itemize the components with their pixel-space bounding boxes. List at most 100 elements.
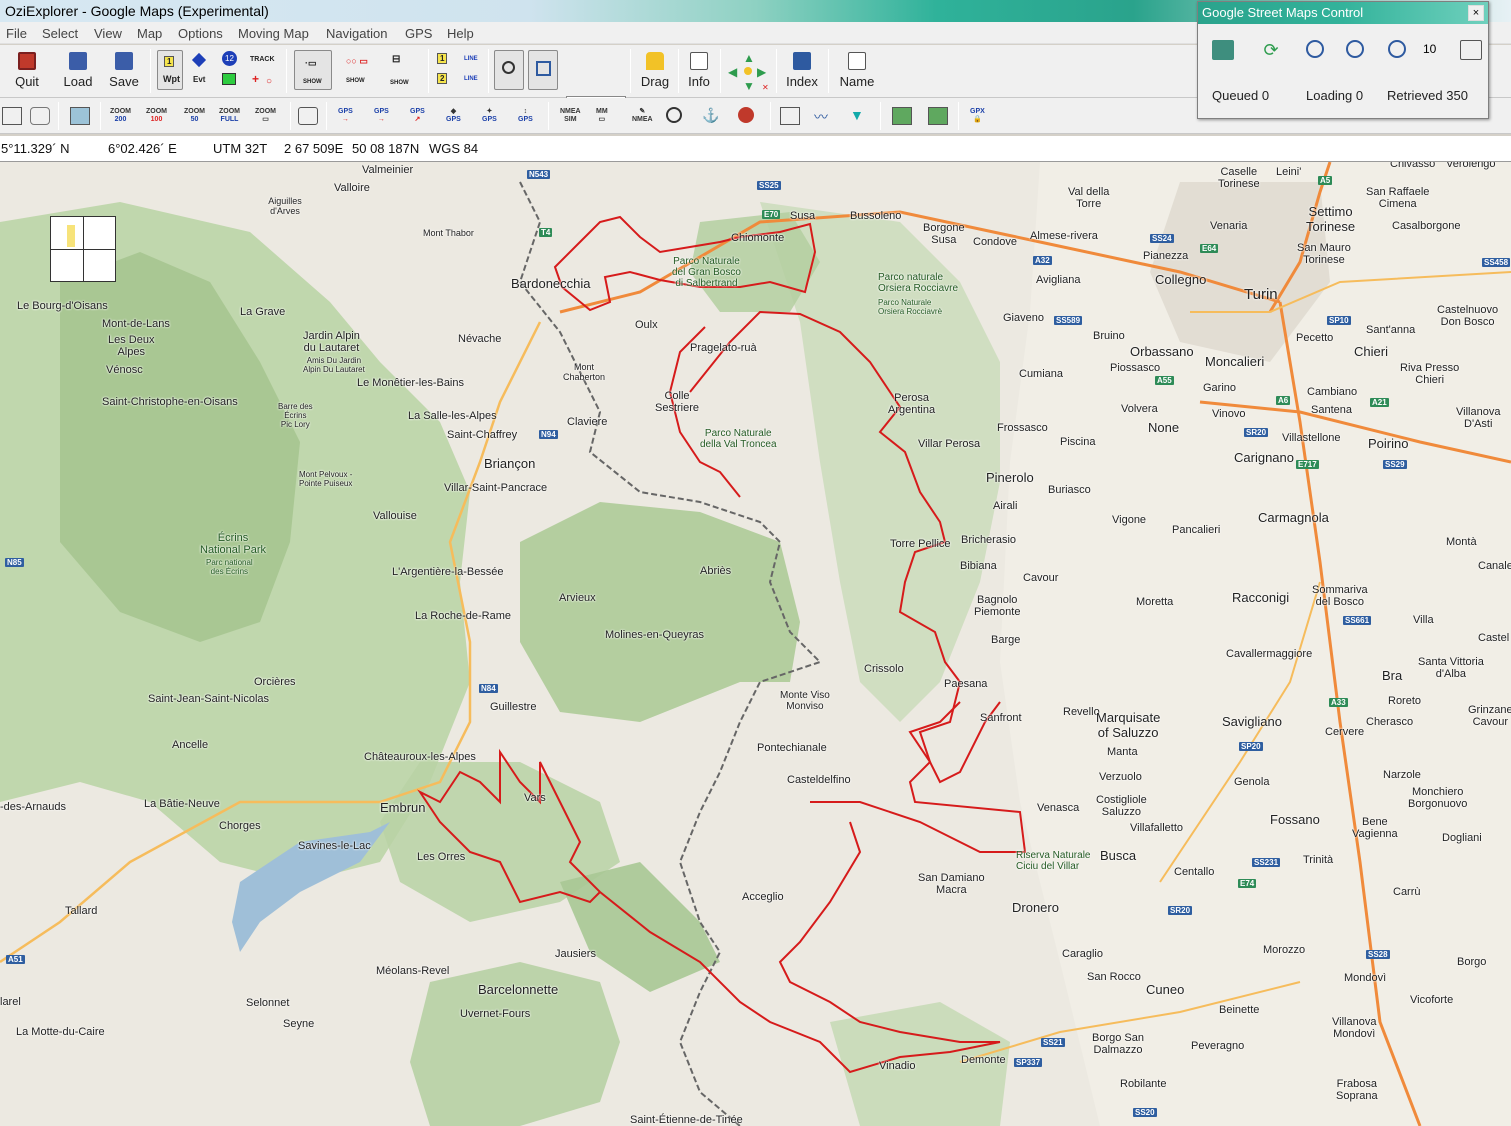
place-label: Acceglio bbox=[742, 891, 784, 903]
anchor-icon[interactable]: ⚓ bbox=[702, 107, 722, 125]
stop-icon[interactable] bbox=[738, 107, 754, 123]
gps-track-button[interactable]: GPS ↗ bbox=[410, 108, 425, 124]
place-label: Condove bbox=[973, 236, 1018, 248]
close-button[interactable]: × bbox=[1468, 5, 1484, 21]
place-label: Collegno bbox=[1155, 272, 1207, 287]
gps-download-button[interactable]: GPS → bbox=[374, 108, 389, 124]
zoom-level-icon[interactable] bbox=[1388, 40, 1406, 58]
settings-icon[interactable] bbox=[1460, 40, 1482, 60]
arrow-down-icon[interactable]: ▼ bbox=[743, 79, 755, 93]
center-icon[interactable] bbox=[744, 67, 752, 75]
waypoint-line-icon-2: 2 bbox=[437, 73, 448, 84]
menu-help[interactable]: Help bbox=[447, 26, 474, 41]
minimap-highlight bbox=[67, 225, 75, 247]
moving-map-button[interactable]: MM ▭ bbox=[596, 108, 608, 124]
place-label: La Salle-les-Alpes bbox=[408, 410, 497, 422]
route-button[interactable]: 12 bbox=[220, 51, 240, 93]
road-label: SP20 bbox=[1239, 742, 1263, 751]
index-button[interactable]: Index bbox=[782, 48, 822, 94]
event-button[interactable]: Evt bbox=[190, 52, 210, 93]
find-button[interactable] bbox=[494, 50, 524, 90]
download-map-icon[interactable] bbox=[1212, 40, 1234, 60]
road-label: E74 bbox=[1238, 879, 1257, 888]
zoom-50-button[interactable]: ZOOM 50 bbox=[184, 108, 205, 124]
drag-button[interactable]: Drag bbox=[636, 48, 674, 94]
park-label: Riserva Naturale Ciciu del Villar bbox=[1016, 850, 1091, 872]
save-button[interactable]: Save bbox=[104, 48, 144, 94]
pan-arrows[interactable]: ▲ ◀ ▶ ▼ ✕ bbox=[726, 49, 770, 95]
name-button[interactable]: Name bbox=[836, 48, 878, 94]
nmea-button[interactable]: ✎ NMEA bbox=[632, 108, 653, 124]
quit-button[interactable]: Quit bbox=[8, 48, 46, 94]
toolbar-separator bbox=[630, 49, 631, 93]
arrow-up-icon[interactable]: ▲ bbox=[743, 51, 755, 65]
nmea-sim-button[interactable]: NMEA SIM bbox=[560, 108, 581, 124]
gps-route-button[interactable]: ✦ GPS bbox=[482, 108, 497, 124]
menu-file[interactable]: File bbox=[6, 26, 27, 41]
menu-options[interactable]: Options bbox=[178, 26, 223, 41]
place-label: Santena bbox=[1311, 404, 1352, 416]
map-view[interactable]: Valmeinier Valloire Aiguilles d'Arves Mo… bbox=[0, 162, 1511, 1126]
print-icon[interactable] bbox=[298, 107, 318, 125]
refresh-icon[interactable]: ⟳ bbox=[1260, 40, 1282, 60]
filter-icon[interactable]: ▼ bbox=[850, 107, 870, 125]
place-label: Uvernet-Fours bbox=[460, 1008, 531, 1020]
arrow-right-icon[interactable]: ▶ bbox=[757, 65, 766, 79]
place-label: Oulx bbox=[635, 319, 658, 331]
zoom-in-map-icon[interactable] bbox=[1306, 40, 1324, 58]
map-window-button[interactable] bbox=[528, 50, 558, 90]
line-tools[interactable]: 1 LINE 2 LINE bbox=[434, 51, 488, 93]
zoom-out-map-icon[interactable] bbox=[1346, 40, 1364, 58]
elevation-chart-icon[interactable]: 〰 bbox=[814, 107, 834, 125]
gpx-button[interactable]: GPX 🔒 bbox=[970, 108, 985, 124]
index-label: Index bbox=[786, 74, 818, 89]
menu-select[interactable]: Select bbox=[42, 26, 78, 41]
place-label: Borgo San Dalmazzo bbox=[1092, 1032, 1144, 1056]
menu-view[interactable]: View bbox=[94, 26, 122, 41]
place-label: Castel bbox=[1478, 632, 1510, 644]
menu-navigation[interactable]: Navigation bbox=[326, 26, 387, 41]
zoom-200-button[interactable]: ZOOM 200 bbox=[110, 108, 131, 124]
zoom-100-button[interactable]: ZOOM 100 bbox=[146, 108, 167, 124]
show-track-button[interactable]: ·▭ SHOW bbox=[294, 50, 332, 90]
road-label: SS20 bbox=[1133, 1108, 1157, 1117]
place-label: Les Orres bbox=[417, 851, 466, 863]
road-label: A6 bbox=[1276, 396, 1291, 405]
map-overview-icon[interactable] bbox=[70, 107, 90, 125]
show-waypoints-button[interactable]: ○○ ▭ SHOW bbox=[342, 55, 376, 93]
place-label: Garino bbox=[1203, 382, 1237, 394]
toolbar-separator bbox=[776, 49, 777, 93]
track-button[interactable]: TRACK + ○ bbox=[246, 53, 278, 93]
toolbar-separator bbox=[428, 49, 429, 93]
map-export-icon[interactable] bbox=[892, 107, 912, 125]
waypoint-button[interactable]: 1 Wpt bbox=[157, 50, 183, 90]
show-route-button[interactable]: ⊟ SHOW bbox=[386, 53, 420, 93]
place-label: Mont Chaberton bbox=[563, 362, 606, 382]
map-import-icon[interactable] bbox=[928, 107, 948, 125]
cancel-icon[interactable]: ✕ bbox=[762, 83, 769, 92]
queyras-park-area bbox=[520, 502, 800, 722]
overview-minimap[interactable] bbox=[50, 216, 116, 282]
place-label: Almese-rivera bbox=[1030, 230, 1098, 242]
tools-icon[interactable] bbox=[30, 107, 50, 125]
gps-waypoint-button[interactable]: ◆ GPS bbox=[446, 108, 461, 124]
place-label: Centallo bbox=[1174, 866, 1215, 878]
toolbar-separator bbox=[958, 102, 959, 130]
grid-icon[interactable] bbox=[2, 107, 22, 125]
place-label: Barge bbox=[991, 634, 1021, 646]
menu-gps[interactable]: GPS bbox=[405, 26, 432, 41]
zoom-full-button[interactable]: ZOOM FULL bbox=[219, 108, 240, 124]
load-button[interactable]: Load bbox=[58, 48, 98, 94]
zoom-rect-button[interactable]: ZOOM ▭ bbox=[255, 108, 276, 124]
street-maps-title-bar[interactable]: Google Street Maps Control bbox=[1198, 2, 1488, 24]
crosshair-icon[interactable] bbox=[666, 107, 682, 123]
calibrate-icon[interactable] bbox=[780, 107, 800, 125]
gps-upload-button[interactable]: GPS → bbox=[338, 108, 353, 124]
place-label: Torre Pellice bbox=[890, 538, 951, 550]
arrow-left-icon[interactable]: ◀ bbox=[728, 65, 737, 79]
gps-track-2-button[interactable]: ↕ GPS bbox=[518, 108, 533, 124]
menu-moving-map[interactable]: Moving Map bbox=[238, 26, 309, 41]
place-label: Bricherasio bbox=[961, 534, 1017, 546]
info-button[interactable]: Info bbox=[682, 48, 716, 94]
menu-map[interactable]: Map bbox=[137, 26, 162, 41]
